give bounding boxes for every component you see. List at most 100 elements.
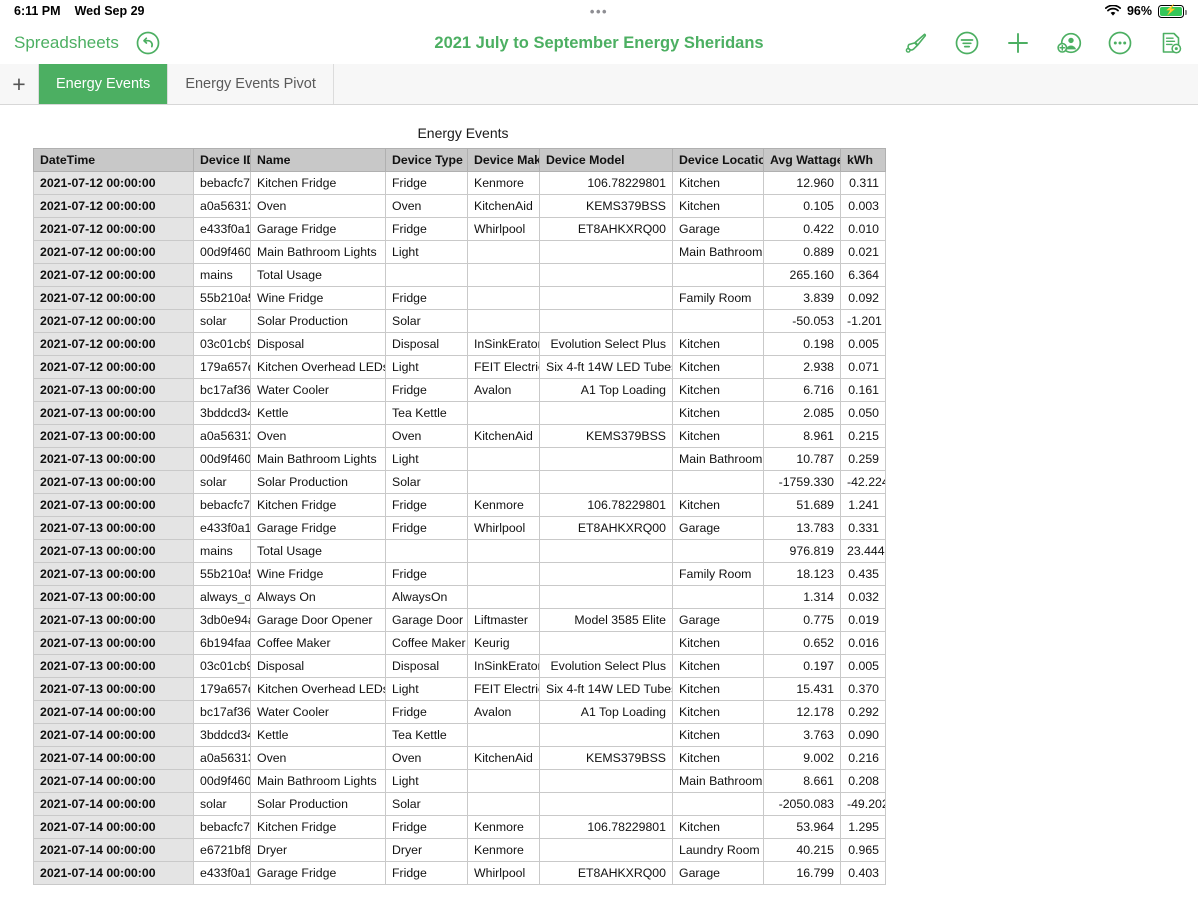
table-row[interactable]: 2021-07-13 00:00:00 a0a56313 Oven Oven Kitch… [33, 424, 886, 448]
table-row[interactable]: 2021-07-13 00:00:00always_onAlways OnAlw… [33, 585, 886, 609]
cell-device-make[interactable] [467, 263, 540, 287]
cell-device-id[interactable]: e433f0a1 [193, 217, 251, 241]
cell-device-model[interactable] [539, 401, 673, 425]
cell-device-location[interactable]: Family Room [672, 562, 764, 586]
energy-events-table[interactable]: DateTime Device ID Name Device Type Devi… [33, 148, 886, 885]
undo-icon[interactable] [135, 30, 161, 56]
cell-device-id[interactable]: a0a56313 [193, 424, 251, 448]
cell-device-id[interactable]: bc17af36 [193, 700, 251, 724]
cell-kwh[interactable]: 0.215 [840, 424, 886, 448]
cell-datetime[interactable]: 2021-07-13 00:00:00 [33, 493, 194, 517]
cell-device-id[interactable]: 03c01cb9 [193, 332, 251, 356]
cell-name[interactable]: Always On [250, 585, 386, 609]
cell-name[interactable]: Disposal [250, 654, 386, 678]
cell-device-model[interactable] [539, 723, 673, 747]
cell-name[interactable]: Garage Door Opener [250, 608, 386, 632]
cell-device-make[interactable]: Avalon [467, 700, 540, 724]
cell-name[interactable]: Garage Fridge [250, 217, 386, 241]
cell-device-location[interactable] [672, 470, 764, 494]
cell-device-type[interactable]: Fridge [385, 378, 468, 402]
table-row[interactable]: 2021-07-13 00:00:00 00d9f460 Main Bathroom… [33, 447, 886, 471]
back-to-spreadsheets-button[interactable]: Spreadsheets [14, 33, 119, 53]
add-collaborator-icon[interactable] [1056, 30, 1082, 56]
cell-device-id[interactable]: 00d9f460 [193, 447, 251, 471]
cell-datetime[interactable]: 2021-07-13 00:00:00 [33, 447, 194, 471]
table-row[interactable]: 2021-07-12 00:00:00 03c01cb9 Disposal Dispo… [33, 332, 886, 356]
cell-name[interactable]: Total Usage [250, 539, 386, 563]
cell-name[interactable]: Oven [250, 424, 386, 448]
cell-device-id[interactable]: mains [193, 539, 251, 563]
cell-device-location[interactable]: Kitchen [672, 815, 764, 839]
cell-kwh[interactable]: 0.003 [840, 194, 886, 218]
cell-avg-wattage[interactable]: -2050.083 [763, 792, 841, 816]
cell-datetime[interactable]: 2021-07-12 00:00:00 [33, 171, 194, 195]
table-row[interactable]: 2021-07-13 00:00:00 03c01cb9 Disposal Dispo… [33, 654, 886, 678]
cell-datetime[interactable]: 2021-07-14 00:00:00 [33, 746, 194, 770]
cell-datetime[interactable]: 2021-07-13 00:00:00 [33, 631, 194, 655]
insert-plus-icon[interactable] [1005, 30, 1031, 56]
cell-device-id[interactable]: solar [193, 309, 251, 333]
table-row[interactable]: 2021-07-12 00:00:00 bebacfc7 Kitchen Fridg… [33, 171, 886, 195]
cell-device-type[interactable]: Light [385, 447, 468, 471]
cell-device-type[interactable]: Fridge [385, 171, 468, 195]
table-row[interactable]: 2021-07-14 00:00:00 bc17af36 Water Cooler F… [33, 700, 886, 724]
cell-device-location[interactable]: Kitchen [672, 194, 764, 218]
cell-device-id[interactable]: 3db0e94a [193, 608, 251, 632]
cell-avg-wattage[interactable]: 8.661 [763, 769, 841, 793]
cell-device-model[interactable]: KEMS379BSS [539, 746, 673, 770]
cell-name[interactable]: Dryer [250, 838, 386, 862]
cell-device-model[interactable]: A1 Top Loading [539, 378, 673, 402]
cell-device-location[interactable]: Kitchen [672, 654, 764, 678]
cell-device-make[interactable]: Kenmore [467, 493, 540, 517]
cell-device-make[interactable]: KitchenAid [467, 194, 540, 218]
cell-kwh[interactable]: 0.965 [840, 838, 886, 862]
table-row[interactable]: 2021-07-14 00:00:00 e6721bf8 Dryer Dryer Ken… [33, 838, 886, 862]
cell-avg-wattage[interactable]: 6.716 [763, 378, 841, 402]
cell-device-make[interactable]: Avalon [467, 378, 540, 402]
document-view-icon[interactable] [1158, 30, 1184, 56]
cell-device-model[interactable] [539, 562, 673, 586]
cell-device-model[interactable] [539, 309, 673, 333]
cell-device-make[interactable] [467, 447, 540, 471]
table-row[interactable]: 2021-07-12 00:00:00 solar Solar Production… [33, 309, 886, 333]
cell-avg-wattage[interactable]: 0.422 [763, 217, 841, 241]
cell-device-make[interactable] [467, 792, 540, 816]
cell-avg-wattage[interactable]: -50.053 [763, 309, 841, 333]
cell-device-type[interactable]: Oven [385, 746, 468, 770]
cell-name[interactable]: Wine Fridge [250, 562, 386, 586]
spreadsheet-canvas[interactable]: Energy Events DateTime Device ID Name De… [0, 105, 1198, 898]
cell-device-id[interactable]: e6721bf8 [193, 838, 251, 862]
cell-device-id[interactable]: 3bddcd34 [193, 723, 251, 747]
cell-datetime[interactable]: 2021-07-14 00:00:00 [33, 769, 194, 793]
cell-avg-wattage[interactable]: 0.198 [763, 332, 841, 356]
table-row[interactable]: 2021-07-13 00:00:00 6b194faa Coffee Maker C… [33, 631, 886, 655]
cell-avg-wattage[interactable]: 18.123 [763, 562, 841, 586]
cell-device-id[interactable]: 00d9f460 [193, 769, 251, 793]
cell-kwh[interactable]: -49.202 [840, 792, 886, 816]
cell-name[interactable]: Wine Fridge [250, 286, 386, 310]
cell-avg-wattage[interactable]: 976.819 [763, 539, 841, 563]
cell-datetime[interactable]: 2021-07-13 00:00:00 [33, 585, 194, 609]
cell-avg-wattage[interactable]: 0.889 [763, 240, 841, 264]
table-row[interactable]: 2021-07-14 00:00:00 bebacfc7 Kitchen Fridg… [33, 815, 886, 839]
cell-device-type[interactable]: Solar [385, 470, 468, 494]
cell-device-id[interactable]: 6b194faa [193, 631, 251, 655]
cell-datetime[interactable]: 2021-07-12 00:00:00 [33, 217, 194, 241]
cell-device-id[interactable]: 3bddcd34 [193, 401, 251, 425]
cell-kwh[interactable]: 0.435 [840, 562, 886, 586]
cell-kwh[interactable]: 0.019 [840, 608, 886, 632]
cell-device-location[interactable] [672, 309, 764, 333]
cell-device-model[interactable]: KEMS379BSS [539, 424, 673, 448]
cell-avg-wattage[interactable]: 40.215 [763, 838, 841, 862]
cell-device-model[interactable] [539, 838, 673, 862]
cell-avg-wattage[interactable]: 0.197 [763, 654, 841, 678]
cell-kwh[interactable]: 6.364 [840, 263, 886, 287]
sheet-tab-energy-events[interactable]: Energy Events [39, 64, 169, 104]
table-row[interactable]: 2021-07-14 00:00:00 solar Solar Production… [33, 792, 886, 816]
table-row[interactable]: 2021-07-13 00:00:00 mains Total Usage 976.8… [33, 539, 886, 563]
cell-device-model[interactable]: ET8AHKXRQ00 [539, 217, 673, 241]
cell-avg-wattage[interactable]: 3.763 [763, 723, 841, 747]
cell-device-id[interactable]: a0a56313 [193, 746, 251, 770]
cell-device-model[interactable]: 106.78229801 [539, 493, 673, 517]
cell-datetime[interactable]: 2021-07-12 00:00:00 [33, 332, 194, 356]
